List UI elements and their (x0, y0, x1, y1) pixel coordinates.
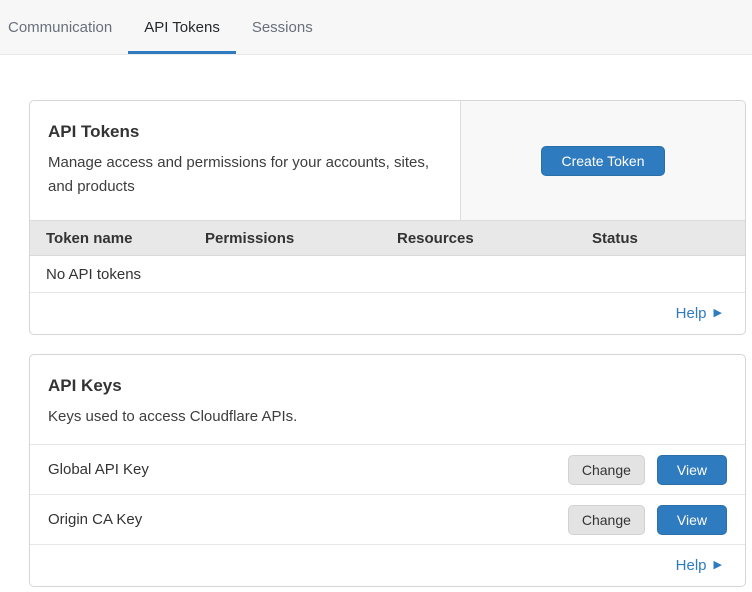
tokens-empty-message: No API tokens (46, 266, 141, 283)
api-keys-help-link[interactable]: Help ▶ (676, 557, 722, 574)
column-header-status: Status (592, 230, 745, 247)
help-label: Help (676, 305, 707, 322)
global-api-key-row: Global API Key Change View (30, 444, 745, 494)
help-label: Help (676, 557, 707, 574)
api-tokens-footer: Help ▶ (30, 293, 745, 334)
tab-sessions[interactable]: Sessions (236, 0, 329, 54)
api-tokens-card: API Tokens Manage access and permissions… (29, 100, 746, 335)
origin-ca-key-row: Origin CA Key Change View (30, 494, 745, 544)
column-header-resources: Resources (397, 230, 592, 247)
tokens-table-header: Token name Permissions Resources Status (30, 220, 745, 256)
api-tokens-header: API Tokens Manage access and permissions… (30, 101, 745, 220)
api-tokens-description: Manage access and permissions for your a… (48, 151, 442, 199)
tab-api-tokens[interactable]: API Tokens (128, 0, 236, 54)
api-keys-footer: Help ▶ (30, 544, 745, 586)
origin-ca-key-actions: Change View (568, 505, 727, 535)
column-header-token-name: Token name (46, 230, 205, 247)
origin-ca-key-view-button[interactable]: View (657, 505, 727, 535)
origin-ca-key-label: Origin CA Key (48, 511, 142, 528)
global-api-key-view-button[interactable]: View (657, 455, 727, 485)
api-keys-description: Keys used to access Cloudflare APIs. (48, 405, 727, 429)
api-keys-title: API Keys (48, 376, 727, 396)
help-arrow-icon: ▶ (714, 308, 722, 319)
tokens-empty-row: No API tokens (30, 256, 745, 293)
tab-communication[interactable]: Communication (8, 0, 128, 54)
global-api-key-change-button[interactable]: Change (568, 455, 645, 485)
api-tokens-title: API Tokens (48, 122, 442, 142)
help-arrow-icon: ▶ (714, 560, 722, 571)
create-token-button[interactable]: Create Token (541, 146, 664, 176)
global-api-key-actions: Change View (568, 455, 727, 485)
api-tokens-header-action-area: Create Token (461, 101, 745, 220)
origin-ca-key-change-button[interactable]: Change (568, 505, 645, 535)
column-header-permissions: Permissions (205, 230, 397, 247)
api-tokens-header-text: API Tokens Manage access and permissions… (30, 101, 461, 220)
api-keys-header: API Keys Keys used to access Cloudflare … (30, 355, 745, 444)
global-api-key-label: Global API Key (48, 461, 149, 478)
api-tokens-help-link[interactable]: Help ▶ (676, 305, 722, 322)
api-keys-card: API Keys Keys used to access Cloudflare … (29, 354, 746, 587)
tab-bar: Communication API Tokens Sessions (0, 0, 752, 55)
